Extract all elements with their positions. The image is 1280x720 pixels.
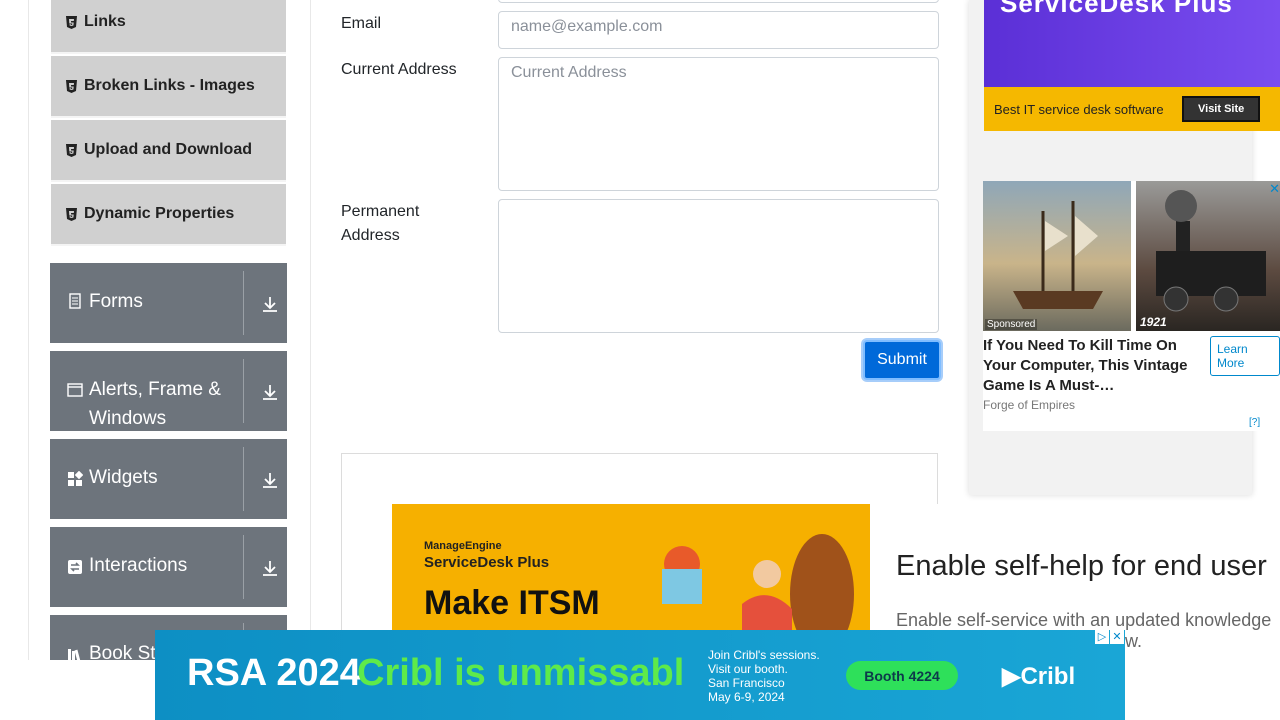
sidebar-item-label: Links bbox=[84, 13, 126, 30]
visit-site-button[interactable]: Visit Site bbox=[1182, 96, 1261, 122]
sidebar-item-label: Upload and Download bbox=[84, 141, 252, 158]
current-address-label: Current Address bbox=[341, 61, 457, 78]
download-icon[interactable] bbox=[261, 295, 279, 313]
group-label: Alerts, Frame & Windows bbox=[89, 379, 221, 429]
sidebar-item-links[interactable]: Links bbox=[51, 0, 286, 54]
email-placeholder: name@example.com bbox=[511, 18, 663, 35]
bottom-info-line: San Francisco bbox=[708, 676, 785, 690]
learn-more-button[interactable]: Learn More bbox=[1210, 336, 1280, 376]
cribl-logo-text: Cribl bbox=[1020, 663, 1076, 690]
download-icon[interactable] bbox=[261, 559, 279, 577]
sponsored-ad[interactable]: Sponsored 1921 ✕ If You Need To Kill Tim… bbox=[983, 181, 1280, 431]
adchoices-icon[interactable]: ▷ bbox=[1095, 630, 1109, 644]
bottom-info-line: Visit our booth. bbox=[708, 662, 788, 676]
sidebar-item-upload-download[interactable]: Upload and Download bbox=[51, 120, 286, 182]
current-address-field[interactable]: Current Address bbox=[498, 57, 939, 191]
email-field[interactable]: name@example.com bbox=[498, 11, 939, 49]
mid-brand-2: ServiceDesk Plus bbox=[424, 554, 550, 571]
left-column-border-right bbox=[310, 0, 311, 660]
permanent-address-field[interactable] bbox=[498, 199, 939, 333]
submit-button[interactable]: Submit bbox=[863, 340, 941, 380]
download-icon[interactable] bbox=[261, 471, 279, 489]
ad-bar-text: Best IT service desk software bbox=[994, 101, 1164, 117]
group-divider bbox=[243, 535, 244, 599]
group-label: Widgets bbox=[89, 467, 158, 488]
sidebar-group-widgets[interactable]: Widgets bbox=[50, 439, 287, 519]
bottom-ad-info: Join Cribl's sessions. Visit our booth. … bbox=[708, 648, 820, 704]
bottom-ad-banner[interactable]: RSA 2024 Cribl is unmissabl Join Cribl's… bbox=[155, 630, 1125, 720]
group-divider bbox=[243, 447, 244, 511]
sidebar-group-interactions[interactable]: Interactions bbox=[50, 527, 287, 607]
booth-button[interactable]: Booth 4224 bbox=[846, 661, 958, 690]
sponsored-tag: Sponsored bbox=[985, 319, 1038, 330]
download-icon[interactable] bbox=[261, 383, 279, 401]
current-address-placeholder: Current Address bbox=[511, 64, 627, 81]
ad-help-link[interactable]: [?] bbox=[1249, 417, 1260, 428]
interactions-icon bbox=[68, 560, 82, 574]
html5-icon bbox=[65, 207, 77, 221]
full-name-field-edge[interactable] bbox=[498, 0, 939, 3]
ad-bar[interactable]: Best IT service desk software Visit Site bbox=[984, 87, 1280, 131]
ship-image: Sponsored bbox=[983, 181, 1131, 331]
sponsored-headline[interactable]: If You Need To Kill Time On Your Compute… bbox=[983, 336, 1193, 396]
ad-close-icon[interactable]: ✕ bbox=[1110, 630, 1124, 644]
group-label: Forms bbox=[89, 291, 143, 312]
sidebar-group-forms[interactable]: Forms bbox=[50, 263, 287, 343]
bottom-ad-headline: Cribl is unmissabl bbox=[357, 652, 685, 694]
document-icon bbox=[69, 293, 81, 309]
mid-sub-1: Enable self-service with an updated know… bbox=[896, 610, 1272, 630]
bottom-info-line: May 6-9, 2024 bbox=[708, 690, 785, 704]
group-divider bbox=[243, 271, 244, 335]
bottom-info-line: Join Cribl's sessions. bbox=[708, 648, 820, 662]
mid-brand-1: ManageEngine bbox=[424, 540, 502, 552]
html5-icon bbox=[65, 143, 77, 157]
ad-banner-top[interactable]: ServiceDesk Plus bbox=[984, 0, 1280, 87]
window-icon bbox=[67, 383, 83, 397]
html5-icon bbox=[65, 79, 77, 93]
cribl-logo-icon: ▶ bbox=[1002, 663, 1021, 690]
group-divider bbox=[243, 359, 244, 423]
books-icon bbox=[68, 649, 81, 660]
sidebar-group-alerts[interactable]: Alerts, Frame & Windows bbox=[50, 351, 287, 431]
html5-icon bbox=[65, 15, 77, 29]
train-image: 1921 bbox=[1136, 181, 1280, 331]
sponsored-source: Forge of Empires bbox=[983, 398, 1076, 412]
sidebar-item-label: Broken Links - Images bbox=[84, 77, 255, 94]
left-column-border bbox=[28, 0, 29, 660]
sidebar-item-dynamic-properties[interactable]: Dynamic Properties bbox=[51, 184, 286, 246]
permanent-label-line2: Address bbox=[341, 227, 400, 244]
ad-close-icon[interactable]: ✕ bbox=[1269, 181, 1280, 197]
bottom-ad-event: RSA 2024 bbox=[187, 652, 361, 694]
cribl-logo: ▶Cribl bbox=[1002, 662, 1075, 691]
widgets-icon bbox=[68, 471, 83, 486]
ad-top-title: ServiceDesk Plus bbox=[1000, 0, 1233, 18]
group-label: Interactions bbox=[89, 555, 188, 576]
mid-tagline: Make ITSM bbox=[424, 584, 600, 622]
sidebar-item-label: Dynamic Properties bbox=[84, 205, 235, 222]
permanent-address-label: Permanent Address bbox=[341, 200, 419, 248]
permanent-label-line1: Permanent bbox=[341, 203, 420, 220]
year-badge: 1921 bbox=[1140, 315, 1167, 329]
sidebar-item-broken-links[interactable]: Broken Links - Images bbox=[51, 56, 286, 118]
email-label: Email bbox=[341, 15, 382, 32]
mid-heading: Enable self-help for end user bbox=[896, 550, 1267, 582]
